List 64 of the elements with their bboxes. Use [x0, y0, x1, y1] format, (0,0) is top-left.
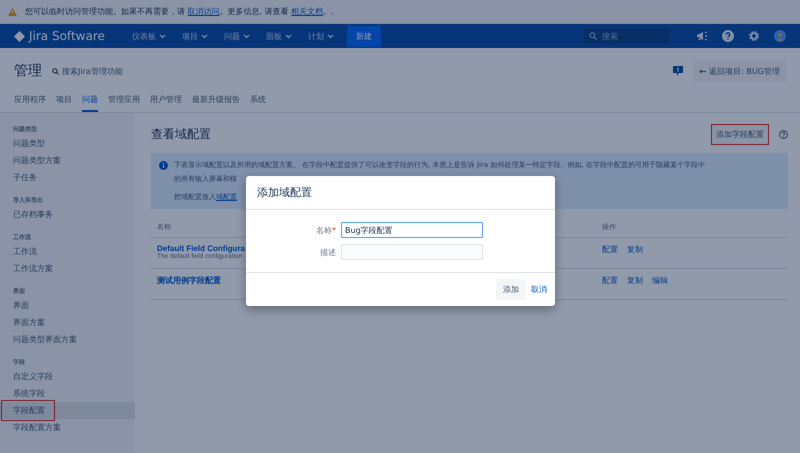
page-title: 管理: [14, 62, 42, 80]
search-icon: [52, 68, 59, 74]
action-link[interactable]: 配置: [602, 275, 618, 286]
help-icon[interactable]: [779, 130, 788, 138]
admin-tab[interactable]: 管理应用: [108, 90, 140, 112]
dialog-title: 添加域配置: [246, 176, 555, 210]
admin-tab[interactable]: 用户管理: [150, 90, 182, 112]
search-field[interactable]: 搜索: [584, 28, 670, 44]
sidebar-item[interactable]: 界面: [0, 297, 135, 314]
sidebar-item[interactable]: 子任务: [0, 169, 135, 186]
sidebar-item[interactable]: 已存档事务: [0, 206, 135, 223]
sidebar-item[interactable]: 工作流方案: [0, 260, 135, 277]
caret-icon: [326, 34, 334, 38]
help-icon[interactable]: [722, 30, 734, 42]
sidebar-item[interactable]: 自定义字段: [0, 368, 135, 385]
nav-menu[interactable]: 问题: [220, 28, 253, 44]
sidebar-item[interactable]: 界面方案: [0, 314, 135, 331]
product-name[interactable]: Jira Software: [29, 29, 105, 43]
logo-icon: [14, 30, 25, 42]
create-button[interactable]: 新建: [346, 26, 381, 46]
configuration-name-link[interactable]: Default Field Configura: [157, 244, 245, 253]
admin-search-field[interactable]: 搜索Jira管理功能: [52, 66, 123, 76]
sidebar-item[interactable]: 工作流: [0, 243, 135, 260]
admin-tab[interactable]: 最新升级报告: [192, 90, 240, 112]
text-field[interactable]: Bug字段配置: [341, 222, 483, 238]
sidebar-item[interactable]: 字段配置: [0, 402, 135, 419]
action-link[interactable]: 复制: [627, 275, 643, 286]
add-field-configuration-button[interactable]: 添加字段配置: [711, 124, 769, 144]
action-link[interactable]: 配置: [602, 244, 618, 255]
configuration-name-link[interactable]: 测试用例字段配置: [157, 275, 221, 286]
back-to-project-button[interactable]: 返回项目: BUG管理: [693, 60, 786, 82]
admin-tab[interactable]: 应用程序: [14, 90, 46, 112]
settings-icon[interactable]: [748, 30, 760, 42]
admin-tab[interactable]: 项目: [56, 90, 72, 112]
field-label: 描述: [319, 246, 336, 258]
action-link[interactable]: 复制: [627, 244, 643, 255]
notice-link[interactable]: 取消访问: [188, 7, 220, 16]
caret-icon: [158, 34, 166, 38]
text-field[interactable]: [341, 244, 483, 260]
sidebar-item[interactable]: 问题类型方案: [0, 152, 135, 169]
info-icon: [159, 161, 168, 170]
feedback-icon[interactable]: [673, 66, 684, 76]
caret-icon: [242, 34, 250, 38]
add-button[interactable]: 添加: [496, 279, 526, 300]
warning-icon: [8, 8, 17, 16]
cancel-link[interactable]: 取消: [531, 284, 547, 295]
section-title: 查看域配置: [151, 126, 211, 142]
caret-icon: [200, 34, 208, 38]
nav-menu[interactable]: 计划: [304, 28, 337, 44]
notice-link[interactable]: 相关文档: [291, 7, 324, 16]
action-link[interactable]: 编辑: [652, 275, 668, 286]
field-label: 名称*: [315, 224, 336, 236]
notice-text: 您可以临时访问管理功能。如果不再需要，请 取消访问。更多信息, 请查看 相关文档。.: [25, 6, 334, 17]
sidebar-item[interactable]: 问题类型: [0, 135, 135, 152]
avatar-icon[interactable]: [774, 30, 786, 42]
nav-menu[interactable]: 面板: [262, 28, 295, 44]
nav-menu[interactable]: 项目: [178, 28, 211, 44]
search-icon: [589, 32, 597, 40]
nav-menu[interactable]: 仪表板: [128, 28, 169, 44]
megaphone-icon[interactable]: [696, 31, 708, 41]
sidebar-item[interactable]: 问题类型界面方案: [0, 331, 135, 348]
caret-icon: [284, 34, 292, 38]
admin-tab[interactable]: 系统: [250, 90, 266, 112]
back-arrow-icon: [699, 68, 706, 74]
